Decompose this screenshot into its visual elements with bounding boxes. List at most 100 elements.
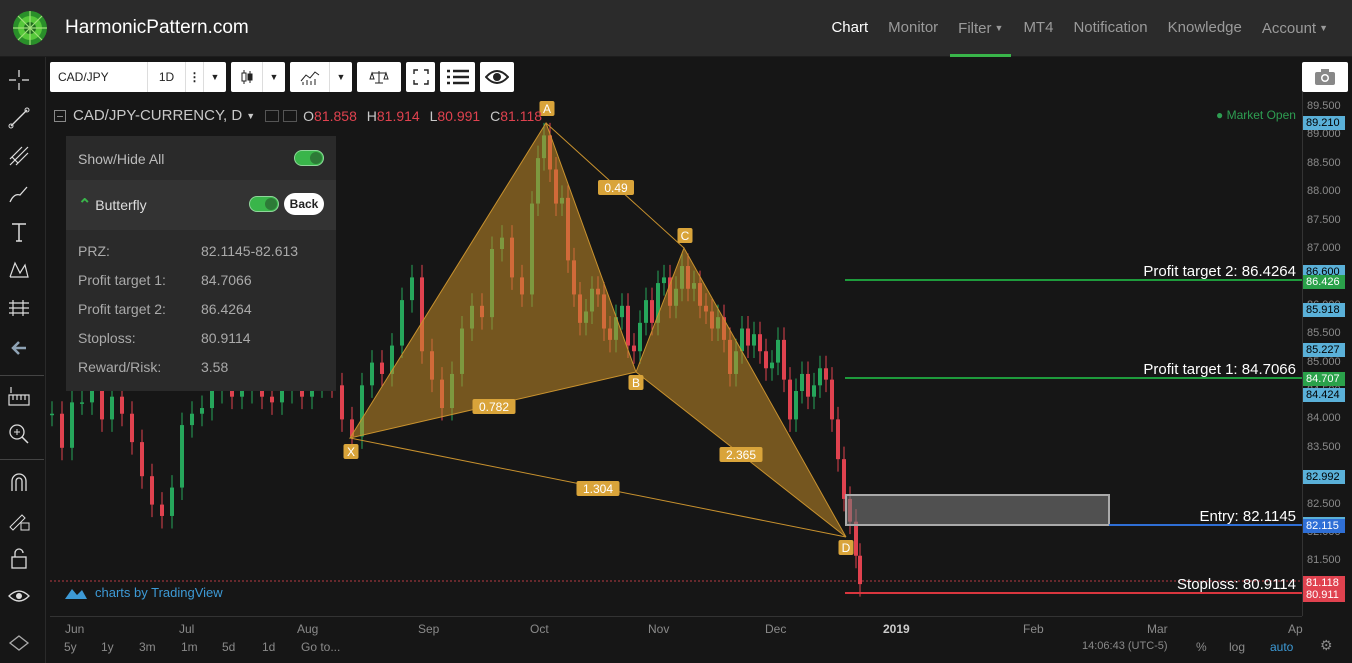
chevron-down-icon[interactable]: ▼	[246, 111, 255, 121]
chevron-down-icon[interactable]: ▼	[263, 62, 285, 92]
magnet-icon[interactable]	[8, 471, 30, 493]
candle-body	[776, 339, 780, 363]
pattern-ratio-label-text: 1.304	[583, 482, 613, 496]
collapse-icon[interactable]	[54, 109, 66, 122]
list-icon[interactable]	[440, 62, 475, 92]
visibility-button[interactable]	[480, 62, 514, 92]
pattern-ratio-label: 1.304	[576, 481, 620, 496]
unlock-icon[interactable]	[8, 547, 30, 569]
log-toggle[interactable]: log	[1229, 640, 1245, 654]
candle-body	[764, 351, 768, 369]
pattern-point-label: D	[838, 540, 854, 555]
range-button[interactable]: 1m	[181, 640, 198, 654]
pattern-point-label: C	[677, 228, 693, 243]
candle-body	[806, 373, 810, 397]
candle-body	[110, 396, 114, 420]
pattern-point-label-text: B	[632, 376, 640, 390]
brush-icon[interactable]	[8, 183, 30, 205]
list-button[interactable]	[440, 62, 475, 92]
range-button[interactable]: 1d	[262, 640, 275, 654]
chevron-down-icon[interactable]: ▼	[330, 62, 352, 92]
range-button[interactable]: 5d	[222, 640, 235, 654]
show-hide-all-label: Show/Hide All	[78, 151, 165, 167]
candle-body	[854, 521, 858, 556]
eye-icon[interactable]	[8, 585, 30, 607]
level-label: Profit target 1: 84.7066	[1143, 361, 1296, 378]
panel-row-value: 82.1145-82.613	[201, 243, 299, 259]
pitchfork-icon[interactable]	[8, 145, 30, 167]
price-label: 86.426	[1303, 274, 1345, 289]
candle-body	[770, 362, 774, 369]
measure-icon[interactable]	[8, 297, 30, 319]
price-tick: 82.500	[1307, 497, 1341, 510]
range-button[interactable]: Go to...	[301, 640, 340, 654]
range-button[interactable]: 5y	[64, 640, 77, 654]
candle-body	[60, 413, 64, 448]
legend-title[interactable]: CAD/JPY-CURRENCY, D	[73, 107, 242, 124]
candle-body	[812, 385, 816, 397]
price-tick: 81.500	[1307, 554, 1341, 567]
compare-button[interactable]	[357, 62, 401, 92]
price-tick: 87.000	[1307, 242, 1341, 254]
auto-toggle[interactable]: auto	[1270, 640, 1293, 654]
show-hide-all-toggle[interactable]	[294, 150, 324, 166]
gear-icon[interactable]: ⚙	[1320, 637, 1333, 654]
price-label: 82.992	[1303, 469, 1345, 484]
back-button[interactable]: Back	[284, 193, 324, 215]
percent-toggle[interactable]: %	[1196, 640, 1207, 654]
pattern-ratio-label: 0.782	[472, 399, 516, 414]
toolbar-divider	[0, 459, 44, 460]
candle-body	[180, 425, 184, 488]
zoom-in-icon[interactable]	[8, 423, 30, 445]
more-icon[interactable]: ⋮	[186, 62, 204, 92]
time-tick: Ap	[1288, 622, 1303, 636]
candle-body	[788, 379, 792, 420]
candle-body	[240, 391, 244, 397]
candles-icon[interactable]	[231, 62, 263, 92]
chart-toolbar: CAD/JPY 1D ⋮ ▼ ▼ ▼	[50, 62, 519, 92]
fullscreen-button[interactable]	[406, 62, 435, 92]
time-tick: Jul	[179, 622, 195, 636]
close-icon[interactable]	[283, 109, 298, 122]
pattern-ratio-label: 0.49	[598, 180, 634, 195]
back-arrow-icon[interactable]	[8, 337, 30, 359]
crosshair-icon[interactable]	[8, 69, 30, 91]
price-tick: 85.000	[1307, 355, 1341, 368]
lock-pencil-icon[interactable]	[8, 509, 30, 531]
text-icon[interactable]	[8, 221, 30, 243]
time-tick: Oct	[530, 622, 549, 636]
settings-icon[interactable]	[265, 109, 280, 122]
price-label: 82.115	[1303, 519, 1345, 534]
range-button[interactable]: 1y	[101, 640, 114, 654]
pattern-triangle-xab	[348, 121, 637, 439]
pattern-ratio-label: 2.365	[719, 447, 763, 462]
range-button[interactable]: 3m	[139, 640, 156, 654]
candle-body	[410, 277, 414, 301]
candle-body	[632, 345, 636, 352]
time-tick: Sep	[418, 622, 440, 636]
scale-icon[interactable]	[357, 62, 401, 92]
fullscreen-icon[interactable]	[406, 62, 435, 92]
symbol-legend: CAD/JPY-CURRENCY, D ▼ O81.858 H81.914 L8…	[54, 107, 542, 124]
symbol-input[interactable]: CAD/JPY	[50, 62, 148, 92]
pattern-ratio-label-text: 0.782	[479, 400, 509, 414]
candle-body	[380, 362, 384, 374]
chevron-down-icon[interactable]: ▼	[204, 62, 226, 92]
price-label: 80.911	[1303, 587, 1345, 602]
eye-icon[interactable]	[480, 62, 514, 92]
panel-row-value: 86.4264	[201, 301, 252, 317]
pattern-toggle[interactable]	[249, 196, 279, 212]
candle-body	[70, 402, 74, 448]
interval-selector[interactable]: 1D	[148, 62, 186, 92]
ruler-icon[interactable]	[8, 385, 30, 407]
trendline-icon[interactable]	[8, 107, 30, 129]
time-axis[interactable]	[50, 616, 1302, 638]
candle-body	[190, 413, 194, 426]
screenshot-button[interactable]	[1302, 62, 1348, 92]
pattern-icon[interactable]	[8, 259, 30, 281]
indicators-icon[interactable]	[290, 62, 330, 92]
pattern-name[interactable]: ⌃ Butterfly	[78, 195, 147, 215]
tradingview-attribution[interactable]: charts by TradingView	[64, 585, 223, 600]
layers-icon[interactable]	[8, 633, 30, 655]
candle-body	[842, 459, 846, 499]
